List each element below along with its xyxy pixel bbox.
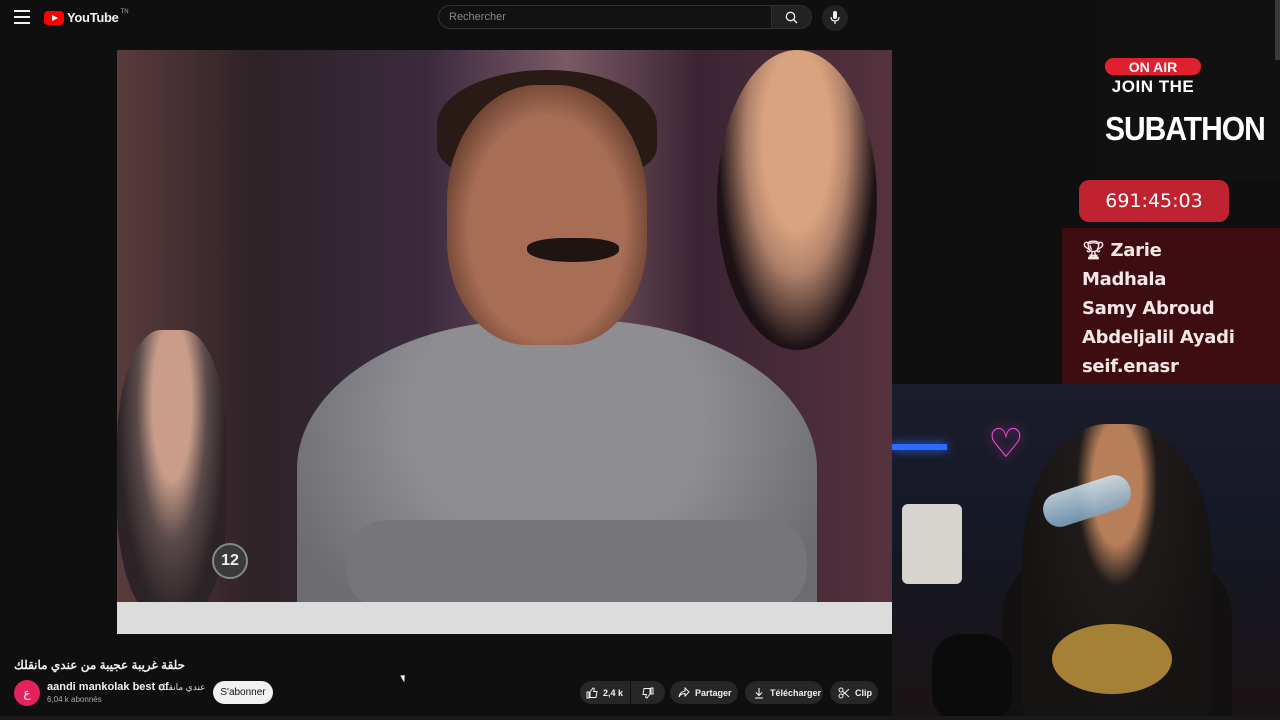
subathon-text: SUBATHON <box>1105 111 1266 148</box>
share-label: Partager <box>695 687 732 698</box>
dislike-button[interactable] <box>631 681 665 704</box>
horizontal-scrollbar[interactable] <box>0 716 1280 720</box>
on-air-badge: ON AIR <box>1105 58 1201 75</box>
supporter-item: seif.enasr <box>1082 356 1179 377</box>
like-button[interactable]: 2,4 k <box>580 681 630 704</box>
supporter-item: Madhala <box>1082 269 1167 290</box>
youtube-play-icon <box>44 10 64 25</box>
logo-text: YouTube <box>67 10 119 25</box>
share-button[interactable]: Partager <box>670 681 738 704</box>
download-label: Télécharger <box>770 687 822 698</box>
channel-bug-logo: 12 <box>212 543 248 579</box>
video-player[interactable]: 12 <box>117 50 892 634</box>
download-icon <box>755 687 763 699</box>
vertical-scrollbar[interactable] <box>1275 0 1280 60</box>
subathon-timer: 691:45:03 <box>1079 180 1229 222</box>
video-title: حلقة غريبة عجيبة من عندي مانقلك <box>14 658 186 672</box>
guest-face <box>447 85 647 345</box>
hanging-tshirt <box>902 504 962 584</box>
logo-country: TN <box>120 8 129 15</box>
search-input[interactable]: Rechercher <box>438 5 772 29</box>
search-button[interactable] <box>772 5 812 29</box>
trophy-icon: 🏆︎ <box>1082 240 1111 261</box>
mic-icon <box>830 11 840 24</box>
share-icon <box>678 686 690 697</box>
desk-edge <box>117 602 892 634</box>
youtube-logo[interactable]: YouTube TN <box>44 8 129 25</box>
channel-name[interactable]: aandi mankolak best of <box>47 681 169 693</box>
like-count: 2,4 k <box>603 687 624 698</box>
supporters-list: 🏆︎ Zarie Madhala Samy Abroud Abdeljalil … <box>1062 228 1280 384</box>
channel-name-arabic: عندي مانقلك <box>158 682 206 692</box>
voice-search-button[interactable] <box>822 5 848 31</box>
blue-led-strip <box>892 444 947 450</box>
clip-label: Clip <box>855 687 872 698</box>
supporter-item: Samy Abroud <box>1082 298 1215 319</box>
hamburger-icon[interactable] <box>14 10 30 24</box>
supporter-item: 🏆︎ Zarie <box>1082 240 1162 261</box>
scissors-icon <box>838 687 850 698</box>
video-frame: 12 <box>117 50 892 634</box>
subscriber-count: 6,04 k abonnés <box>47 695 102 704</box>
audience-man <box>117 330 227 620</box>
download-button[interactable]: Télécharger <box>745 681 823 704</box>
channel-avatar[interactable]: ع <box>14 680 40 706</box>
supporter-item: Abdeljalil Ayadi <box>1082 327 1235 348</box>
guest-arms <box>347 520 807 610</box>
shirt-logo <box>1052 624 1172 694</box>
microphone <box>932 634 1012 720</box>
thumbs-down-icon <box>642 687 654 699</box>
search-icon <box>785 11 798 23</box>
subscribe-button[interactable]: S'abonner <box>213 681 273 704</box>
search-placeholder: Rechercher <box>449 11 506 23</box>
mouse-cursor <box>400 673 408 683</box>
top-bar: YouTube TN Rechercher <box>0 0 1280 36</box>
thumbs-up-icon <box>586 686 598 698</box>
neon-heart-icon: ♡ <box>988 422 1024 466</box>
streamer-webcam: ♡ <box>892 384 1280 720</box>
audience-woman <box>717 50 877 350</box>
guest-mustache <box>527 238 619 262</box>
clip-button[interactable]: Clip <box>830 681 878 704</box>
